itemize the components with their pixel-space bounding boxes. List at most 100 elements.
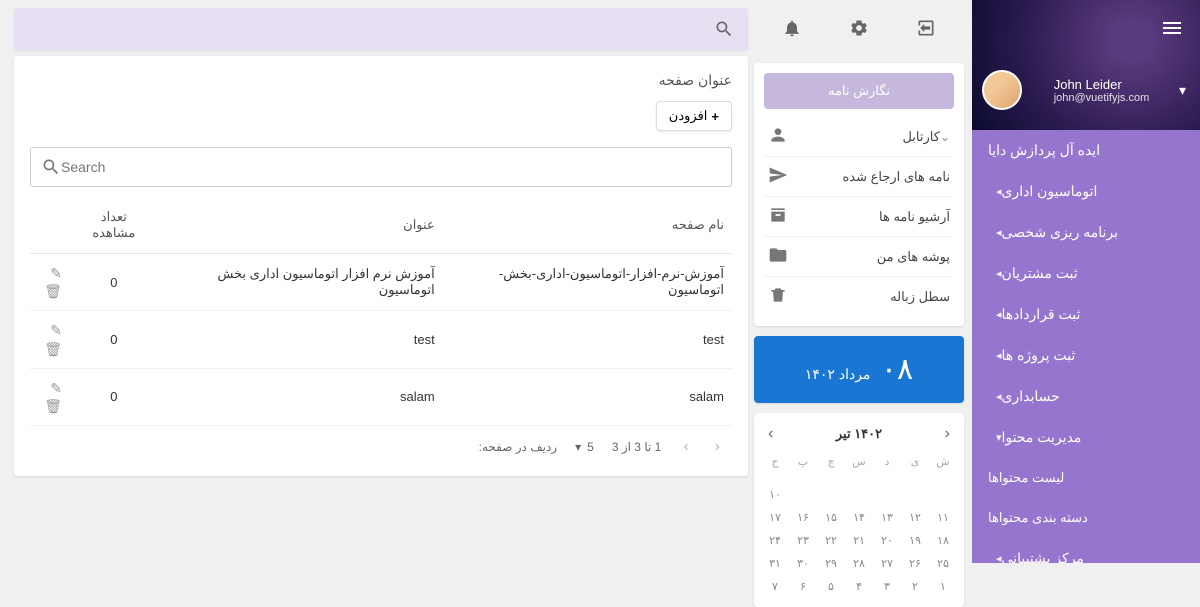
cartable-referred[interactable]: نامه های ارجاع شده: [764, 157, 954, 197]
submenu-content-categories[interactable]: دسته بندی محتواها: [972, 498, 1200, 538]
cartable-folders[interactable]: پوشه های من: [764, 237, 954, 277]
calendar-weekday: ج: [762, 451, 788, 472]
delete-icon[interactable]: 🗑: [38, 340, 62, 358]
edit-icon[interactable]: ✎: [38, 379, 62, 397]
menu-support[interactable]: مرکز پشتیبانی ◂: [972, 538, 1200, 563]
edit-icon[interactable]: ✎: [38, 321, 62, 339]
calendar-day[interactable]: ۱۶: [790, 507, 816, 528]
calendar-weekday: چ: [818, 451, 844, 472]
cell-page-name: آموزش-نرم-افزار-اتوماسیون-اداری-بخش-اتوم…: [443, 254, 732, 311]
calendar-next[interactable]: ‹: [939, 423, 956, 445]
plus-icon: +: [711, 109, 719, 124]
calendar-day[interactable]: ۲۴: [762, 530, 788, 551]
top-search-bar[interactable]: [14, 8, 748, 50]
table-search-input[interactable]: [61, 159, 721, 175]
calendar-day[interactable]: ۲۳: [790, 530, 816, 551]
cartable-trash[interactable]: سطل زباله: [764, 277, 954, 316]
cell-page-name: test: [443, 311, 732, 368]
calendar-day[interactable]: ۲۷: [874, 553, 900, 574]
menu-label: مدیریت محتوا: [1002, 429, 1082, 446]
cartable-archive[interactable]: آرشیو نامه ها: [764, 197, 954, 237]
calendar-day[interactable]: ۲۰: [874, 530, 900, 551]
submenu-content: لیست محتواها دسته بندی محتواها: [972, 458, 1200, 538]
hamburger-icon: [1163, 22, 1181, 34]
table-row[interactable]: salamsalam0✎🗑: [30, 368, 732, 425]
add-button[interactable]: + افزودن: [656, 101, 732, 131]
calendar-day[interactable]: ۶: [790, 576, 816, 597]
logout-icon[interactable]: [916, 18, 936, 43]
calendar-title: ۱۴۰۲ تیر: [836, 426, 882, 442]
avatar[interactable]: [982, 70, 1022, 110]
top-icon-bar: [754, 8, 964, 53]
center-column: عنوان صفحه + افزودن نام صفحه عنوان تعداد…: [8, 8, 754, 555]
calendar-day[interactable]: ۱۷: [762, 507, 788, 528]
submenu-label: دسته بندی محتواها: [988, 510, 1088, 526]
calendar-day[interactable]: ۳۰: [790, 553, 816, 574]
calendar-day[interactable]: ۲: [902, 576, 928, 597]
calendar-day[interactable]: ۱۳: [874, 507, 900, 528]
rows-per-page-select[interactable]: 5 ▾: [575, 440, 594, 454]
calendar-day[interactable]: ۳: [874, 576, 900, 597]
calendar-day: [930, 474, 956, 482]
trash-icon: [768, 285, 788, 308]
hamburger-button[interactable]: [1148, 4, 1196, 52]
date-day: ۰۸: [881, 353, 913, 386]
col-title[interactable]: عنوان: [158, 197, 443, 254]
calendar-day[interactable]: ۱۰: [762, 484, 788, 505]
calendar-day[interactable]: ۴: [846, 576, 872, 597]
submenu-content-list[interactable]: لیست محتواها: [972, 458, 1200, 498]
calendar-day[interactable]: ۱۲: [902, 507, 928, 528]
cell-views: 0: [70, 368, 158, 425]
calendar-day[interactable]: ۱: [930, 576, 956, 597]
cartable-kartabl[interactable]: ⌄ کارتابل: [764, 117, 954, 157]
calendar-day[interactable]: ۱۱: [930, 507, 956, 528]
calendar-day[interactable]: ۱۹: [902, 530, 928, 551]
menu-label: ثبت مشتریان: [1002, 265, 1078, 282]
delete-icon[interactable]: 🗑: [38, 397, 62, 415]
calendar-day: [762, 474, 788, 482]
edit-icon[interactable]: ✎: [38, 264, 62, 282]
menu-accounting[interactable]: حسابداری ◂: [972, 376, 1200, 417]
calendar-day[interactable]: ۲۶: [902, 553, 928, 574]
calendar-day[interactable]: ۳۱: [762, 553, 788, 574]
menu-customers[interactable]: ثبت مشتریان ◂: [972, 253, 1200, 294]
calendar-day[interactable]: ۲۹: [818, 553, 844, 574]
table-search[interactable]: [30, 147, 732, 187]
chevron-left-icon: ◂: [996, 349, 1002, 362]
menu-contracts[interactable]: ثبت قراردادها ◂: [972, 294, 1200, 335]
settings-icon[interactable]: [849, 18, 869, 43]
drawer-menu: ایده آل پردازش دایا اتوماسیون اداری ◂ بر…: [972, 130, 1200, 563]
calendar-day[interactable]: ۵: [818, 576, 844, 597]
page-next-button[interactable]: ›: [679, 438, 692, 456]
menu-automation[interactable]: اتوماسیون اداری ◂: [972, 171, 1200, 212]
menu-personal-planning[interactable]: برنامه ریزی شخصی ◂: [972, 212, 1200, 253]
table-row[interactable]: آموزش-نرم-افزار-اتوماسیون-اداری-بخش-اتوم…: [30, 254, 732, 311]
calendar-day[interactable]: ۱۵: [818, 507, 844, 528]
user-menu-chevron[interactable]: ▾: [1175, 78, 1190, 103]
col-page-name[interactable]: نام صفحه: [443, 197, 732, 254]
calendar-day[interactable]: ۱۸: [930, 530, 956, 551]
calendar-day[interactable]: ۲۱: [846, 530, 872, 551]
calendar-grid: شیدسچپج۱۰۱۱۱۲۱۳۱۴۱۵۱۶۱۷۱۸۱۹۲۰۲۱۲۲۲۳۲۴۲۵۲…: [762, 451, 956, 597]
page-prev-button[interactable]: ‹: [711, 438, 724, 456]
calendar-weekday: ی: [902, 451, 928, 472]
calendar-day[interactable]: ۲۲: [818, 530, 844, 551]
chevron-left-icon: ◂: [996, 226, 1002, 239]
col-views[interactable]: تعداد مشاهده: [70, 197, 158, 254]
calendar-day[interactable]: ۷: [762, 576, 788, 597]
page-card: عنوان صفحه + افزودن نام صفحه عنوان تعداد…: [14, 56, 748, 476]
archive-icon: [768, 205, 788, 228]
search-icon: [714, 19, 734, 39]
menu-projects[interactable]: ثبت پروژه ها ◂: [972, 335, 1200, 376]
menu-content-management[interactable]: مدیریت محتوا ▾: [972, 417, 1200, 458]
delete-icon[interactable]: 🗑: [38, 282, 62, 300]
table-row[interactable]: testtest0✎🗑: [30, 311, 732, 368]
add-button-label: افزودن: [669, 108, 708, 124]
bell-icon[interactable]: [782, 18, 802, 43]
calendar-prev[interactable]: ›: [762, 423, 779, 445]
calendar-day[interactable]: ۲۸: [846, 553, 872, 574]
chevron-left-icon: ◂: [996, 552, 1002, 563]
calendar-day[interactable]: ۲۵: [930, 553, 956, 574]
compose-button[interactable]: نگارش نامه: [764, 73, 954, 109]
calendar-day[interactable]: ۱۴: [846, 507, 872, 528]
